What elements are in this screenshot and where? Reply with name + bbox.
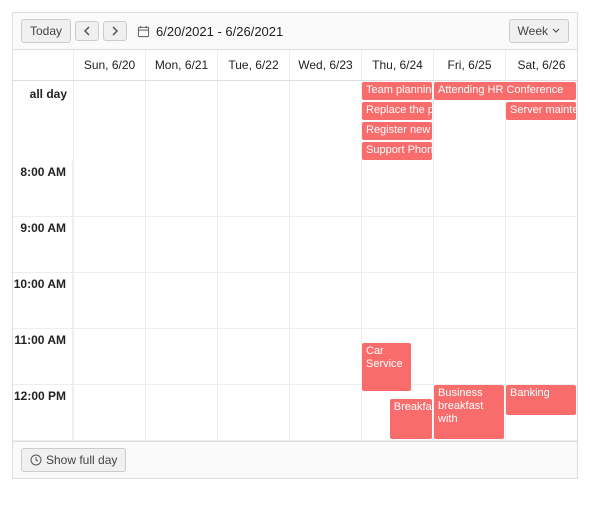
time-grid[interactable]: 8:00 AM 9:00 AM 10:00 AM 11:00 AM 12:00 …	[13, 161, 577, 441]
chevron-left-icon	[83, 26, 91, 36]
hour-label: 12:00 PM	[13, 385, 73, 440]
calendar-week-view: Today 6/20/2021 - 6/26/2021 Week Su	[12, 12, 578, 479]
clock-icon	[30, 454, 42, 466]
show-full-day-button[interactable]: Show full day	[21, 448, 126, 472]
allday-event[interactable]: Support Phone	[362, 142, 432, 160]
timed-event[interactable]: Breakfast	[390, 399, 432, 439]
allday-event[interactable]: Replace the printer	[362, 102, 432, 120]
day-header[interactable]: Fri, 6/25	[433, 50, 505, 80]
caret-down-icon	[552, 28, 560, 34]
calendar-icon	[137, 25, 150, 38]
chevron-right-icon	[111, 26, 119, 36]
allday-event[interactable]: Team planning	[362, 82, 432, 100]
day-header[interactable]: Mon, 6/21	[145, 50, 217, 80]
hour-label: 8:00 AM	[13, 161, 73, 216]
timed-event[interactable]: Business breakfast with	[434, 385, 504, 439]
day-header[interactable]: Thu, 6/24	[361, 50, 433, 80]
day-header[interactable]: Sun, 6/20	[73, 50, 145, 80]
timed-event[interactable]: Car Service	[362, 343, 411, 391]
prev-button[interactable]	[75, 21, 99, 41]
allday-section: all day Team planning Attending HR Confe…	[13, 81, 577, 161]
date-range[interactable]: 6/20/2021 - 6/26/2021	[137, 24, 283, 39]
allday-body[interactable]: Team planning Attending HR Conference Re…	[73, 81, 577, 161]
day-header[interactable]: Wed, 6/23	[289, 50, 361, 80]
date-range-text: 6/20/2021 - 6/26/2021	[156, 24, 283, 39]
calendar-toolbar: Today 6/20/2021 - 6/26/2021 Week	[13, 13, 577, 50]
view-select-label: Week	[518, 24, 548, 38]
day-header[interactable]: Sat, 6/26	[505, 50, 577, 80]
timed-event[interactable]: Banking	[506, 385, 576, 415]
next-button[interactable]	[103, 21, 127, 41]
view-select[interactable]: Week	[509, 19, 569, 43]
today-button[interactable]: Today	[21, 19, 71, 43]
allday-event[interactable]: Register new	[362, 122, 432, 140]
allday-event[interactable]: Server maintenance	[506, 102, 576, 120]
show-full-day-label: Show full day	[46, 453, 117, 467]
allday-event[interactable]: Attending HR Conference	[434, 82, 576, 100]
hour-label: 9:00 AM	[13, 217, 73, 272]
allday-label: all day	[13, 81, 73, 161]
hour-label: 11:00 AM	[13, 329, 73, 384]
day-header-row: Sun, 6/20 Mon, 6/21 Tue, 6/22 Wed, 6/23 …	[13, 50, 577, 81]
calendar-footer: Show full day	[13, 441, 577, 478]
day-header[interactable]: Tue, 6/22	[217, 50, 289, 80]
hour-label: 10:00 AM	[13, 273, 73, 328]
